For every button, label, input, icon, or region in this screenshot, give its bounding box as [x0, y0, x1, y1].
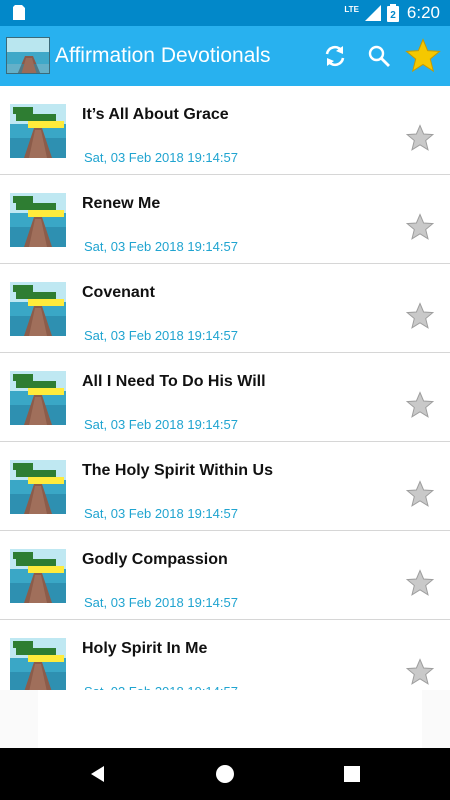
app-logo[interactable] — [6, 37, 50, 74]
refresh-icon — [325, 45, 345, 67]
app-title: Affirmation Devotionals — [55, 44, 271, 67]
star-icon — [405, 38, 441, 73]
star-icon[interactable] — [406, 302, 434, 330]
list-item[interactable]: The Holy Spirit Within Us Sat, 03 Feb 20… — [0, 442, 450, 531]
devotional-list[interactable]: It’s All About Grace Sat, 03 Feb 2018 19… — [0, 86, 450, 690]
devotional-thumbnail — [10, 638, 66, 690]
devotional-thumbnail — [10, 193, 66, 247]
navigation-bar — [0, 748, 450, 800]
devotional-thumbnail — [10, 104, 66, 158]
item-date: Sat, 03 Feb 2018 19:14:57 — [84, 595, 238, 610]
item-title: Holy Spirit In Me — [82, 640, 208, 657]
item-title: The Holy Spirit Within Us — [82, 462, 273, 479]
status-bar: LTE 2 6:20 — [0, 0, 450, 26]
star-icon[interactable] — [406, 658, 434, 686]
item-title: Godly Compassion — [82, 551, 228, 568]
item-title: Covenant — [82, 284, 155, 301]
list-item[interactable]: Godly Compassion Sat, 03 Feb 2018 19:14:… — [0, 531, 450, 620]
star-icon[interactable] — [406, 213, 434, 241]
item-date: Sat, 03 Feb 2018 19:14:57 — [84, 150, 238, 165]
sim-card-icon — [13, 5, 25, 20]
star-icon[interactable] — [406, 569, 434, 597]
devotional-thumbnail — [10, 549, 66, 603]
star-icon[interactable] — [406, 124, 434, 152]
search-icon — [368, 45, 390, 67]
signal-icon — [364, 5, 381, 21]
star-icon[interactable] — [406, 480, 434, 508]
devotional-thumbnail — [10, 282, 66, 336]
star-icon[interactable] — [406, 391, 434, 419]
list-item[interactable]: Renew Me Sat, 03 Feb 2018 19:14:57 — [0, 175, 450, 264]
network-type: LTE — [344, 4, 359, 14]
battery-level: 2 — [390, 10, 396, 21]
item-title: Renew Me — [82, 195, 161, 212]
favorites-button[interactable] — [404, 37, 442, 75]
back-icon[interactable] — [86, 762, 110, 786]
item-title: All I Need To Do His Will — [82, 373, 266, 390]
item-date: Sat, 03 Feb 2018 19:14:57 — [84, 506, 238, 521]
status-time: 6:20 — [406, 3, 440, 22]
refresh-button[interactable] — [318, 39, 352, 73]
item-date: Sat, 03 Feb 2018 19:14:57 — [84, 328, 238, 343]
item-title: It’s All About Grace — [82, 106, 229, 123]
item-date: Sat, 03 Feb 2018 19:14:57 — [84, 239, 238, 254]
ad-banner[interactable] — [38, 690, 422, 748]
devotional-thumbnail — [10, 371, 66, 425]
recent-apps-icon[interactable] — [340, 762, 364, 786]
list-item[interactable]: All I Need To Do His Will Sat, 03 Feb 20… — [0, 353, 450, 442]
search-button[interactable] — [362, 39, 396, 73]
battery-icon: 2 — [386, 4, 399, 22]
list-item[interactable]: Covenant Sat, 03 Feb 2018 19:14:57 — [0, 264, 450, 353]
ad-area — [0, 690, 450, 748]
list-item[interactable]: It’s All About Grace Sat, 03 Feb 2018 19… — [0, 86, 450, 175]
devotional-thumbnail — [10, 460, 66, 514]
list-item[interactable]: Holy Spirit In Me Sat, 03 Feb 2018 19:14… — [0, 620, 450, 690]
home-icon[interactable] — [213, 762, 237, 786]
app-bar: Affirmation Devotionals — [0, 26, 450, 86]
item-date: Sat, 03 Feb 2018 19:14:57 — [84, 417, 238, 432]
